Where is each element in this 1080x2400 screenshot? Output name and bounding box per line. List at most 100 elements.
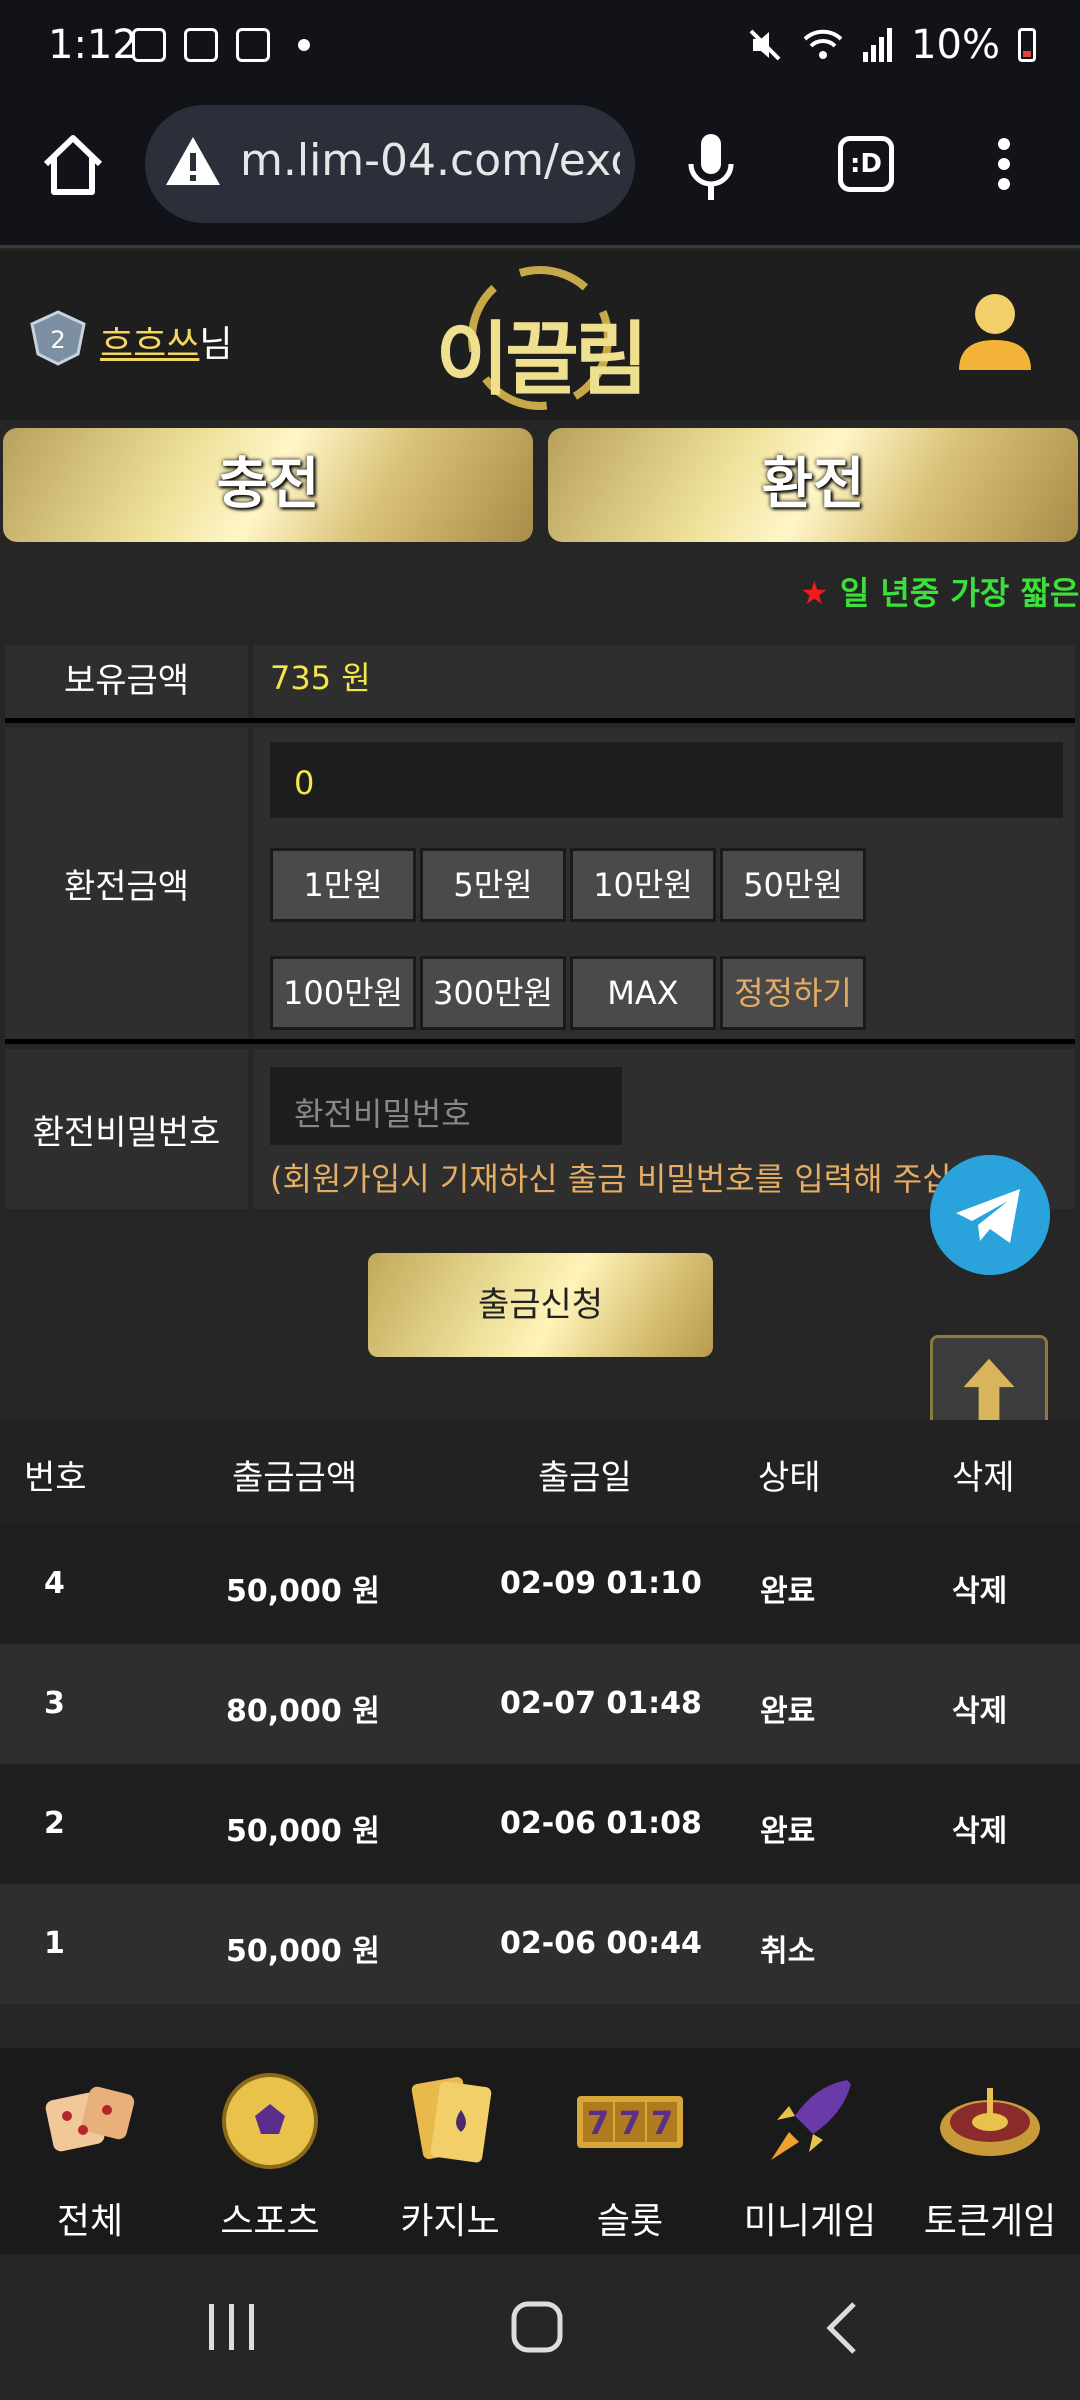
row-date: 02-09 01:10 (500, 1566, 702, 1601)
nav-casino[interactable]: 카지노 (360, 2066, 540, 2244)
logo-text: 이끌림 (435, 313, 649, 406)
row-status: 완료 (760, 1814, 816, 1849)
nav-minigame[interactable]: 미니게임 (720, 2066, 900, 2244)
warning-icon[interactable] (163, 133, 223, 189)
row-amount: 50,000 원 (226, 1574, 380, 1609)
url-text[interactable]: m.lim-04.com/exc (240, 135, 620, 186)
tab-switcher-button[interactable]: :D (838, 136, 894, 192)
amount-input[interactable]: 0 (270, 742, 1063, 818)
nav-all[interactable]: 전체 (0, 2066, 180, 2244)
home-icon[interactable] (38, 130, 108, 200)
recent-apps-icon[interactable] (205, 2302, 261, 2352)
address-bar[interactable]: m.lim-04.com/exc (145, 105, 635, 223)
table-row: 4 50,000 원 02-09 01:10 완료 삭제 (0, 1524, 1080, 1644)
battery-icon (1018, 28, 1036, 62)
row-delete-button[interactable]: 삭제 (952, 1566, 1007, 1610)
nav-tokengame[interactable]: 토큰게임 (900, 2066, 1080, 2244)
gallery-icon (132, 28, 166, 62)
history-table-header: 번호 출금금액 출금일 상태 삭제 (0, 1420, 1080, 1524)
password-row: 환전비밀번호 환전비밀번호 (회원가입시 기재하신 출금 비밀번호를 입력해 주… (5, 1049, 1075, 1209)
row-delete-button[interactable]: 삭제 (952, 1806, 1007, 1850)
reset-button[interactable]: 정정하기 (720, 956, 866, 1030)
exchange-button[interactable]: 환전 (548, 428, 1078, 542)
row-date: 02-07 01:48 (500, 1686, 702, 1721)
nav-sports-label: 스포츠 (220, 2201, 320, 2242)
site-logo[interactable]: 이끌림 (430, 260, 650, 415)
more-notifications-icon (298, 39, 310, 51)
home-nav-icon[interactable] (510, 2300, 566, 2356)
clock: 1:12 (48, 22, 138, 68)
rank-number: 2 (50, 326, 65, 354)
rank-badge-icon: 2 (30, 310, 86, 366)
password-label: 환전비밀번호 (5, 1049, 248, 1209)
row-amount: 50,000 원 (226, 1934, 380, 1969)
chip-max-button[interactable]: MAX (570, 956, 716, 1030)
row-amount: 50,000 원 (226, 1814, 380, 1849)
charge-button[interactable]: 충전 (3, 428, 533, 542)
chip-100k-button[interactable]: 10만원 (570, 848, 716, 922)
nickname-suffix: 님 (199, 324, 233, 365)
dice-icon (45, 2086, 135, 2152)
soccer-ball-icon (222, 2073, 318, 2169)
svg-text:7: 7 (619, 2104, 641, 2142)
user-nickname[interactable]: 흐흐쓰님 (100, 315, 233, 367)
col-delete: 삭제 (952, 1458, 1015, 1498)
notification-icons (132, 28, 310, 62)
amount-row: 환전금액 0 1만원 5만원 10만원 50만원 100만원 300만원 MAX… (5, 728, 1075, 1044)
nav-all-label: 전체 (56, 2201, 124, 2242)
svg-text:7: 7 (651, 2104, 673, 2142)
telegram-icon[interactable] (930, 1155, 1050, 1275)
col-amount: 출금금액 (232, 1458, 358, 1498)
marquee-text: 일 년중 가장 짧은 (839, 574, 1080, 612)
mute-icon (749, 29, 781, 61)
nav-sports[interactable]: 스포츠 (180, 2066, 360, 2244)
app-notification-icon (184, 28, 218, 62)
nav-casino-label: 카지노 (400, 2201, 500, 2242)
chip-3m-button[interactable]: 300만원 (420, 956, 566, 1030)
chip-500k-button[interactable]: 50만원 (720, 848, 866, 922)
row-status: 취소 (760, 1934, 816, 1969)
withdraw-submit-button[interactable]: 출금신청 (368, 1253, 713, 1357)
back-icon[interactable] (822, 2300, 862, 2356)
col-date: 출금일 (538, 1458, 632, 1498)
status-bar: 1:12 10% (0, 0, 1080, 100)
wifi-icon (803, 29, 843, 59)
row-delete-button[interactable]: 삭제 (952, 1686, 1007, 1730)
site-header: 2 흐흐쓰님 이끌림 (0, 250, 1080, 420)
system-status: 10% (747, 22, 1036, 68)
row-date: 02-06 00:44 (500, 1926, 702, 1961)
chip-50k-button[interactable]: 5만원 (420, 848, 566, 922)
table-row: 3 80,000 원 02-07 01:48 완료 삭제 (0, 1644, 1080, 1764)
nav-slot-label: 슬롯 (596, 2201, 664, 2242)
cards-icon (411, 2077, 492, 2163)
nav-tokengame-label: 토큰게임 (923, 2201, 1057, 2242)
microphone-icon[interactable] (685, 132, 737, 204)
row-status: 완료 (760, 1694, 816, 1729)
star-icon: ★ (800, 574, 829, 612)
browser-toolbar: m.lim-04.com/exc :D (0, 100, 1080, 248)
rocket-icon (771, 2080, 851, 2160)
game-category-nav: 전체 스포츠 카지노 7 7 7 슬롯 미니게임 토큰게임 (0, 2048, 1080, 2254)
balance-value: 735 원 (254, 645, 1075, 718)
nav-slot[interactable]: 7 7 7 슬롯 (540, 2066, 720, 2244)
balance-label: 보유금액 (5, 645, 248, 718)
svg-text:7: 7 (587, 2104, 609, 2142)
chip-1m-button[interactable]: 100만원 (270, 956, 416, 1030)
nickname-text[interactable]: 흐흐쓰 (100, 324, 199, 365)
password-input[interactable]: 환전비밀번호 (270, 1067, 622, 1145)
nav-minigame-label: 미니게임 (743, 2201, 877, 2242)
profile-icon[interactable] (955, 290, 1035, 375)
row-number: 3 (44, 1686, 65, 1721)
notice-marquee: ★ 일 년중 가장 짧은 (800, 568, 1079, 614)
col-status: 상태 (758, 1458, 821, 1498)
table-row: 2 50,000 원 02-06 01:08 완료 삭제 (0, 1764, 1080, 1884)
battery-percent: 10% (911, 22, 1000, 68)
alert-icon (236, 28, 270, 62)
chip-10k-button[interactable]: 1만원 (270, 848, 416, 922)
row-number: 1 (44, 1926, 65, 1961)
exchange-form: 보유금액 735 원 환전금액 0 1만원 5만원 10만원 50만원 100만… (5, 645, 1075, 1209)
system-navigation-bar (0, 2254, 1080, 2400)
amount-controls: 0 1만원 5만원 10만원 50만원 100만원 300만원 MAX 정정하기 (254, 728, 1075, 1039)
menu-icon[interactable] (996, 138, 1012, 198)
amount-label: 환전금액 (5, 728, 248, 1039)
